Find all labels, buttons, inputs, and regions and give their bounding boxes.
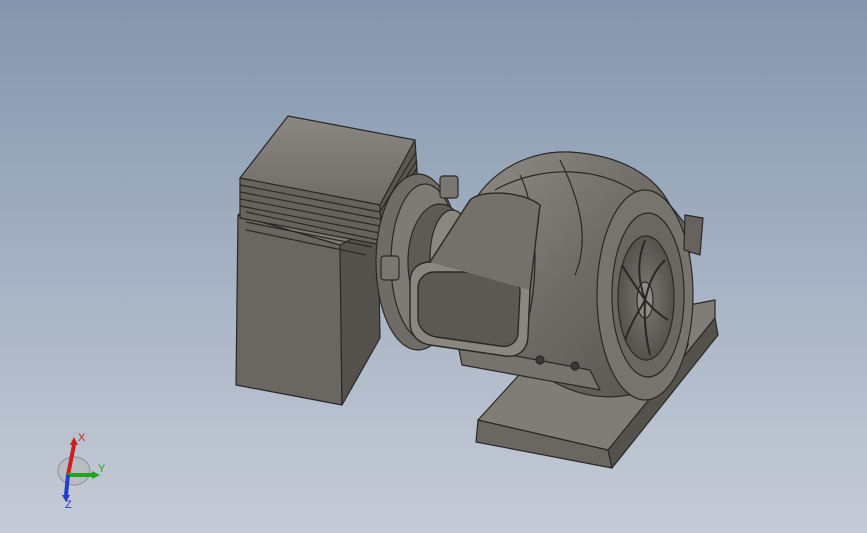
triad-sphere	[57, 456, 91, 486]
z-axis-label: Z	[65, 499, 72, 510]
x-axis-label: X	[78, 432, 86, 444]
y-axis-label: Y	[98, 463, 106, 475]
blower-motor-model[interactable]	[0, 0, 867, 533]
x-arrow-head	[70, 437, 78, 445]
graphics-viewport[interactable]: X Y Z	[0, 0, 867, 533]
coordinate-triad[interactable]: X Y Z	[48, 425, 118, 510]
z-axis-arrow	[64, 474, 70, 496]
